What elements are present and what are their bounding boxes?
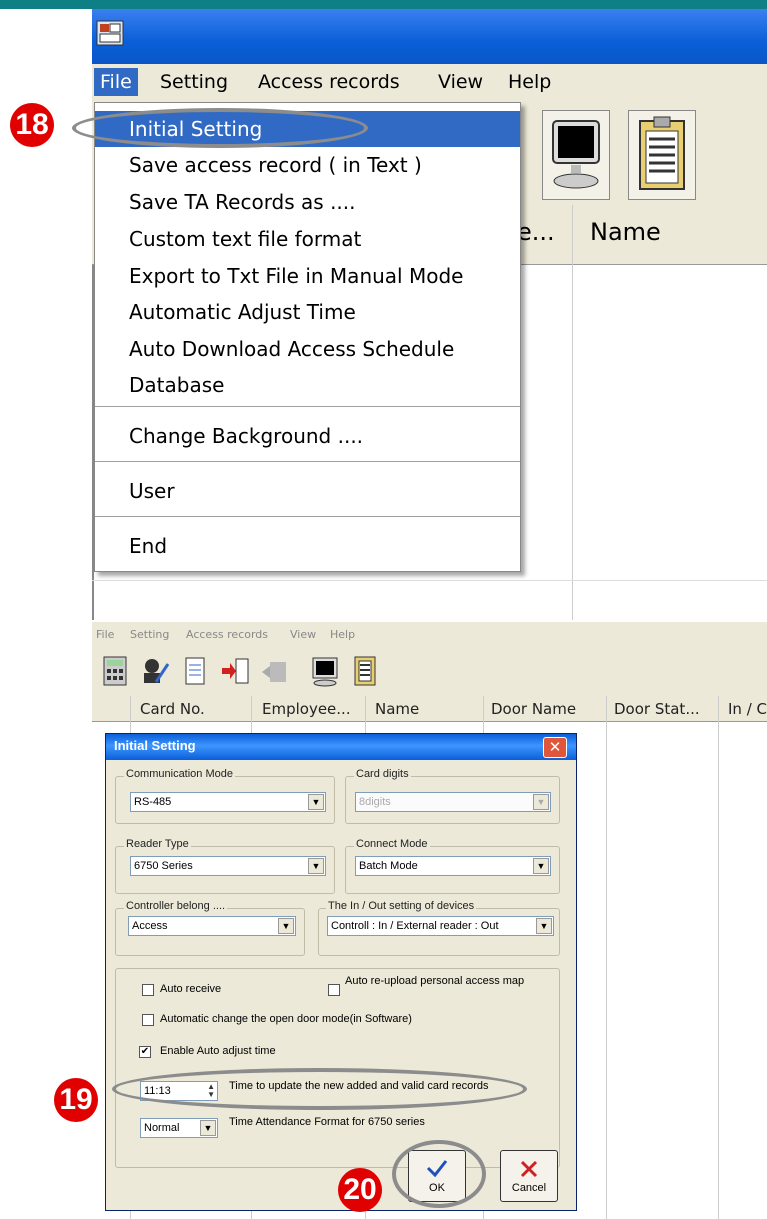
ta-format-select[interactable]: Normal ▼ bbox=[140, 1118, 218, 1138]
menu-file[interactable]: File bbox=[94, 68, 138, 96]
chevron-down-icon: ▼ bbox=[308, 794, 324, 810]
auto-change-door-label: Automatic change the open door mode(in S… bbox=[160, 1013, 412, 1025]
menu-item-auto-adjust-time[interactable]: Automatic Adjust Time bbox=[95, 294, 520, 330]
menu-item-custom-text-format[interactable]: Custom text file format bbox=[95, 221, 520, 257]
grid-divider bbox=[606, 696, 607, 1219]
highlight-oval-initial-setting bbox=[72, 108, 368, 148]
communication-mode-value: RS-485 bbox=[134, 796, 172, 808]
menu-item-end[interactable]: End bbox=[95, 528, 520, 564]
menu-item-user[interactable]: User bbox=[95, 473, 520, 509]
ta-format-label: Time Attendance Format for 6750 series bbox=[229, 1116, 425, 1128]
controller-belong-label: Controller belong .... bbox=[124, 900, 228, 912]
column-header-in-out[interactable]: In / C bbox=[728, 700, 767, 718]
menu-file-secondary[interactable]: File bbox=[96, 628, 114, 641]
step-badge-18: 18 bbox=[10, 103, 54, 147]
menu-separator bbox=[95, 516, 520, 518]
calculator-icon[interactable] bbox=[100, 654, 130, 688]
connect-mode-select[interactable]: Batch Mode ▼ bbox=[355, 856, 551, 876]
app-icon bbox=[96, 20, 124, 46]
communication-mode-select[interactable]: RS-485 ▼ bbox=[130, 792, 326, 812]
column-header-name[interactable]: Name bbox=[590, 218, 661, 246]
enable-adjust-checkbox[interactable]: ✔ bbox=[139, 1046, 151, 1058]
grid-divider bbox=[718, 696, 719, 1219]
chevron-down-icon: ▼ bbox=[533, 858, 549, 874]
reader-type-select[interactable]: 6750 Series ▼ bbox=[130, 856, 326, 876]
card-digits-select: 8digits ▼ bbox=[355, 792, 551, 812]
close-button[interactable]: ✕ bbox=[543, 737, 567, 758]
column-header-name-secondary[interactable]: Name bbox=[375, 700, 419, 718]
clipboard-icon-small[interactable] bbox=[350, 654, 380, 688]
column-header-door-status[interactable]: Door Stat... bbox=[614, 700, 700, 718]
card-digits-value: 8digits bbox=[359, 796, 391, 808]
chevron-down-icon: ▼ bbox=[278, 918, 294, 934]
connect-mode-label: Connect Mode bbox=[354, 838, 430, 850]
cancel-button[interactable]: Cancel bbox=[500, 1150, 558, 1202]
auto-reupload-checkbox[interactable] bbox=[328, 984, 340, 996]
controller-belong-select[interactable]: Access ▼ bbox=[128, 916, 296, 936]
menu-access-records[interactable]: Access records bbox=[252, 68, 406, 96]
chevron-down-icon: ▼ bbox=[200, 1120, 216, 1136]
dialog-title: Initial Setting bbox=[114, 738, 196, 753]
menu-setting[interactable]: Setting bbox=[154, 68, 234, 96]
highlight-oval-ok bbox=[392, 1140, 486, 1208]
inout-setting-value: Controll : In / External reader : Out bbox=[331, 920, 499, 932]
connect-mode-value: Batch Mode bbox=[359, 860, 418, 872]
chevron-down-icon: ▼ bbox=[536, 918, 552, 934]
column-header-card-no[interactable]: Card No. bbox=[140, 700, 205, 718]
enable-adjust-label: Enable Auto adjust time bbox=[160, 1045, 276, 1057]
clipboard-button[interactable] bbox=[628, 110, 696, 200]
document-icon[interactable] bbox=[180, 654, 210, 688]
auto-change-door-checkbox[interactable] bbox=[142, 1014, 154, 1026]
menu-item-save-access-record[interactable]: Save access record ( in Text ) bbox=[95, 147, 520, 183]
auto-receive-label: Auto receive bbox=[160, 983, 222, 995]
menu-setting-secondary[interactable]: Setting bbox=[130, 628, 169, 641]
auto-reupload-label: Auto re-upload personal access map bbox=[345, 975, 525, 987]
grid-line bbox=[92, 580, 767, 581]
menu-help[interactable]: Help bbox=[502, 68, 557, 96]
auto-receive-checkbox[interactable] bbox=[142, 984, 154, 996]
menu-item-change-background[interactable]: Change Background .... bbox=[95, 418, 520, 454]
ta-format-value: Normal bbox=[144, 1122, 180, 1134]
column-header-door-name[interactable]: Door Name bbox=[491, 700, 576, 718]
column-header-employee[interactable]: Employee... bbox=[262, 700, 351, 718]
highlight-oval-update-time bbox=[112, 1068, 527, 1110]
chevron-down-icon: ▼ bbox=[308, 858, 324, 874]
inout-setting-label: The In / Out setting of devices bbox=[326, 900, 477, 912]
controller-belong-value: Access bbox=[132, 920, 168, 932]
monitor-icon-small[interactable] bbox=[310, 654, 340, 688]
step-badge-19: 19 bbox=[54, 1078, 98, 1122]
menu-view[interactable]: View bbox=[432, 68, 489, 96]
inout-setting-select[interactable]: Controll : In / External reader : Out ▼ bbox=[327, 916, 554, 936]
menu-access-records-secondary[interactable]: Access records bbox=[186, 628, 268, 641]
menu-help-secondary[interactable]: Help bbox=[330, 628, 355, 641]
communication-mode-label: Communication Mode bbox=[124, 768, 235, 780]
monitor-icon bbox=[552, 120, 600, 189]
reader-type-value: 6750 Series bbox=[134, 860, 193, 872]
cancel-label: Cancel bbox=[511, 1182, 547, 1194]
column-header-partial[interactable]: e... bbox=[517, 218, 555, 246]
step-badge-20: 20 bbox=[338, 1168, 382, 1212]
menu-item-auto-download-schedule[interactable]: Auto Download Access Schedule bbox=[95, 331, 520, 367]
top-strip bbox=[0, 0, 767, 9]
user-edit-icon[interactable] bbox=[140, 654, 170, 688]
menu-item-database[interactable]: Database bbox=[95, 367, 520, 403]
menu-item-save-ta-records[interactable]: Save TA Records as .... bbox=[95, 184, 520, 220]
import-icon[interactable] bbox=[220, 654, 250, 688]
chevron-down-icon: ▼ bbox=[533, 794, 549, 810]
reader-type-label: Reader Type bbox=[124, 838, 191, 850]
card-digits-label: Card digits bbox=[354, 768, 411, 780]
menu-separator bbox=[95, 461, 520, 463]
export-icon-disabled bbox=[260, 654, 290, 688]
window-titlebar bbox=[92, 9, 767, 64]
menu-view-secondary[interactable]: View bbox=[290, 628, 316, 641]
menu-separator bbox=[95, 406, 520, 408]
monitor-button[interactable] bbox=[542, 110, 610, 200]
cancel-x-icon bbox=[520, 1160, 538, 1178]
file-menu-dropdown: Initial Setting Save access record ( in … bbox=[94, 102, 521, 572]
grid-divider bbox=[572, 205, 573, 620]
clipboard-icon bbox=[639, 116, 685, 190]
menu-item-export-txt[interactable]: Export to Txt File in Manual Mode bbox=[95, 258, 520, 294]
